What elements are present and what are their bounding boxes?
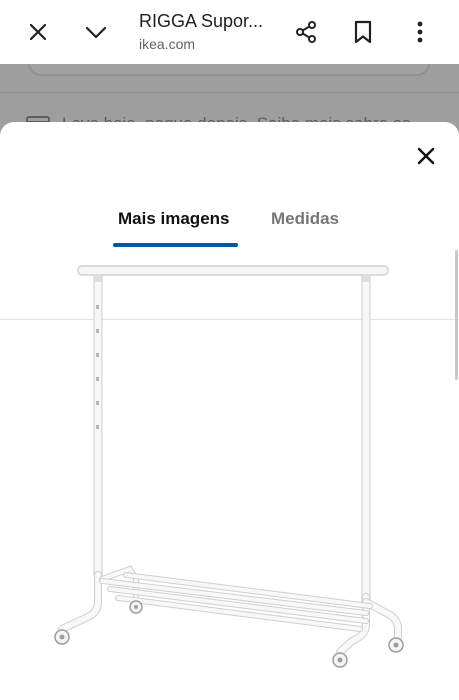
more-vert-icon <box>417 21 423 43</box>
bookmark-button[interactable] <box>345 14 381 50</box>
media-tabs: Mais imagens Medidas <box>0 194 459 320</box>
share-button[interactable] <box>288 14 324 50</box>
page-url: ikea.com <box>139 36 196 52</box>
active-tab-indicator <box>113 243 238 247</box>
share-icon <box>296 21 316 43</box>
browser-toolbar: RIGGA Supor... ikea.com <box>0 0 459 64</box>
tab-measurements[interactable]: Medidas <box>271 208 339 230</box>
close-icon <box>29 23 47 41</box>
product-media-sheet: Mais imagens Medidas <box>0 122 459 700</box>
more-options-button[interactable] <box>402 14 438 50</box>
page-title: RIGGA Supor... <box>139 11 264 31</box>
minimize-tab-button[interactable] <box>78 14 114 50</box>
close-tab-button[interactable] <box>20 14 56 50</box>
close-icon <box>417 147 435 165</box>
product-image-clothes-rack[interactable] <box>40 257 420 700</box>
background-divider <box>0 92 459 93</box>
chevron-down-icon <box>85 26 107 39</box>
close-sheet-button[interactable] <box>408 141 444 171</box>
scrollbar[interactable] <box>455 250 458 380</box>
background-search-bar <box>28 64 430 76</box>
tab-more-images[interactable]: Mais imagens <box>118 208 230 230</box>
page-info[interactable]: RIGGA Supor... ikea.com <box>139 9 279 54</box>
bookmark-icon <box>354 20 372 44</box>
